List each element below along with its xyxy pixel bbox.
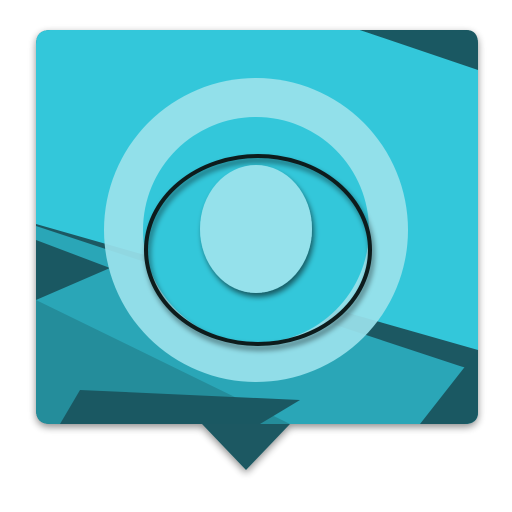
app-icon-stage xyxy=(0,0,512,512)
chat-bubble-ring-icon[interactable] xyxy=(0,0,512,512)
center-oval xyxy=(200,165,312,293)
